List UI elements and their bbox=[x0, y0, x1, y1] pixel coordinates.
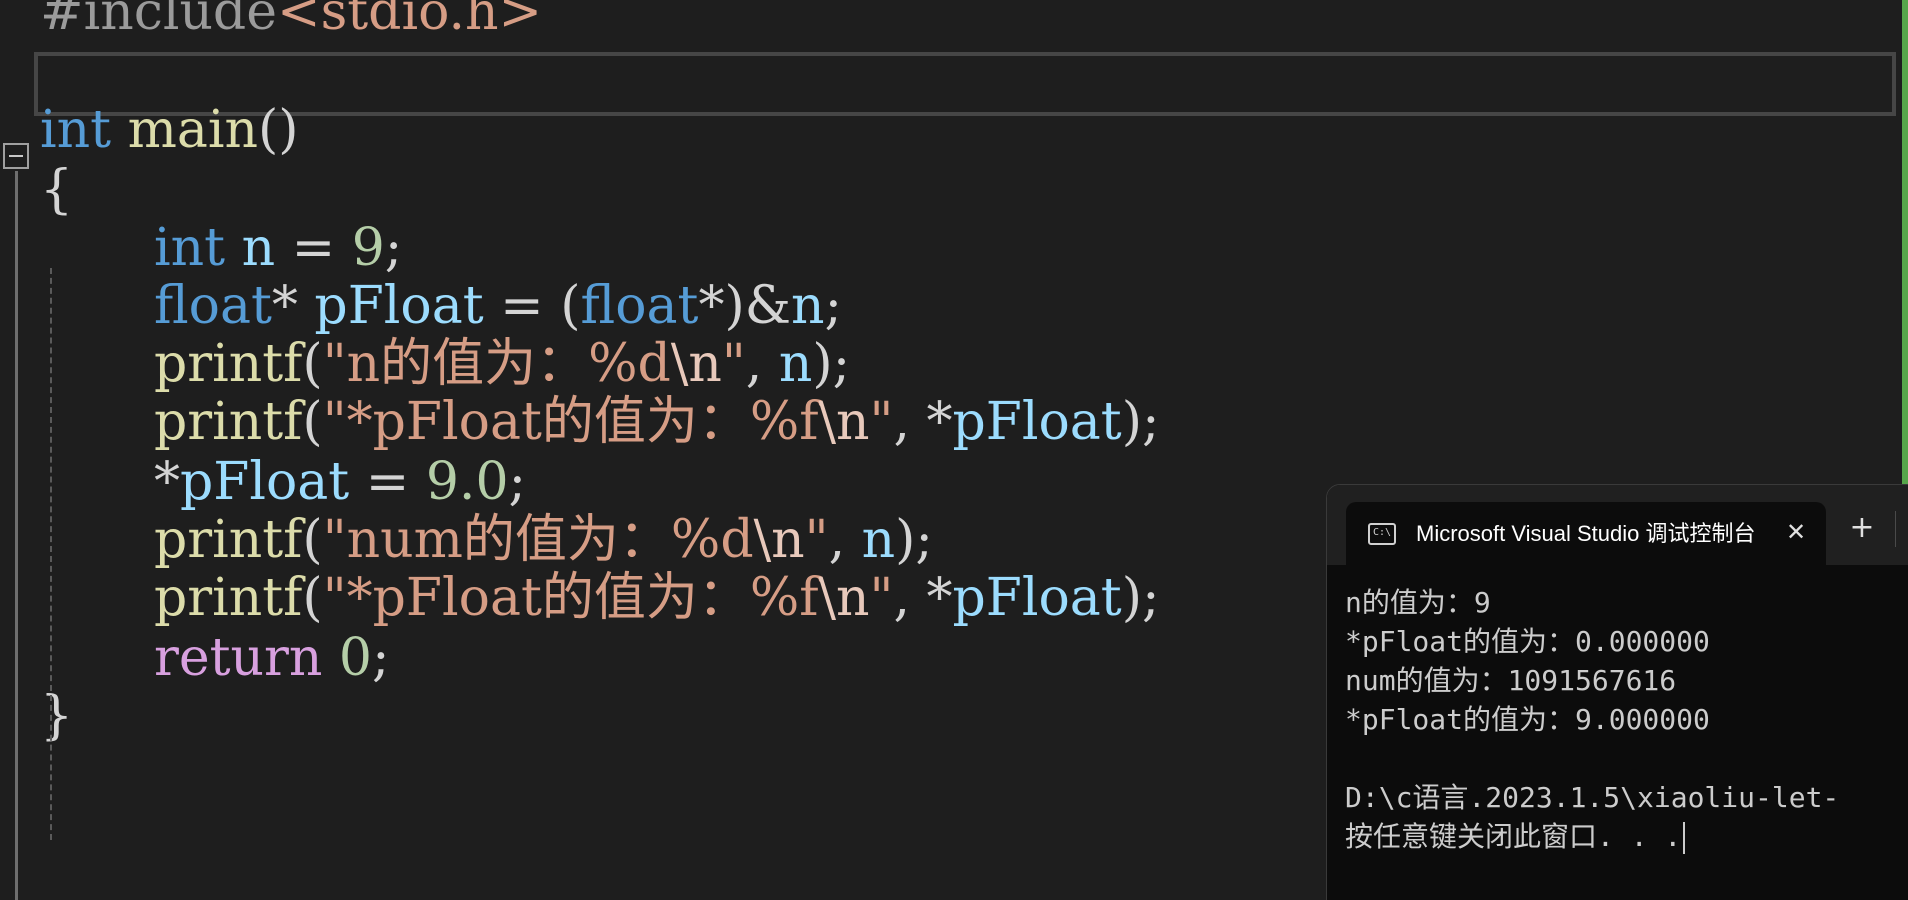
collapse-toggle-icon[interactable] bbox=[3, 143, 29, 169]
code-line-printf-4: printf("*pFloat的值为：%f\n", *pFloat); bbox=[154, 568, 1160, 628]
prompt-text: 按任意键关闭此窗口. . . bbox=[1345, 820, 1682, 853]
code-line-int-n: int n = 9; bbox=[154, 218, 403, 278]
titlebar-divider bbox=[1895, 511, 1896, 547]
code-line-float-ptr: float* pFloat = (float*)&n; bbox=[154, 276, 843, 336]
terminal-output[interactable]: n的值为：9 *pFloat的值为：0.000000 num的值为：109156… bbox=[1345, 583, 1908, 856]
output-line: num的值为：1091567616 bbox=[1345, 664, 1677, 697]
output-line: D:\c语言.2023.1.5\xiaoliu-let- bbox=[1345, 781, 1840, 814]
code-line-printf-3: printf("num的值为：%d\n", n); bbox=[154, 510, 933, 570]
indent-guide bbox=[50, 268, 52, 840]
code-line-assign: *pFloat = 9.0; bbox=[154, 452, 527, 512]
include-header: <stdio.h> bbox=[277, 0, 543, 42]
current-line-highlight bbox=[34, 52, 1896, 116]
output-line: *pFloat的值为：9.000000 bbox=[1345, 703, 1710, 736]
code-line-open-brace: { bbox=[40, 160, 74, 220]
output-line: *pFloat的值为：0.000000 bbox=[1345, 625, 1710, 658]
text-cursor bbox=[1683, 822, 1686, 854]
new-tab-icon[interactable]: + bbox=[1847, 513, 1877, 543]
output-line: n的值为：9 bbox=[1345, 586, 1491, 619]
preprocessor-directive: #include bbox=[40, 0, 277, 42]
output-line-prompt: 按任意键关闭此窗口. . . bbox=[1345, 817, 1908, 856]
code-line-printf-1: printf("n的值为：%d\n", n); bbox=[154, 334, 851, 394]
screen: #include<stdio.h> int main() { int n = 9… bbox=[0, 0, 1908, 900]
code-line-main: int main() bbox=[40, 100, 299, 160]
console-icon: C:\ bbox=[1368, 523, 1396, 545]
keyword-int: int bbox=[40, 100, 112, 160]
code-line-return: return 0; bbox=[154, 628, 390, 688]
outline-fold-line bbox=[15, 171, 18, 900]
debug-console-window[interactable]: C:\ Microsoft Visual Studio 调试控制台 ✕ + n的… bbox=[1326, 484, 1908, 900]
code-line-close-brace: } bbox=[40, 686, 74, 746]
code-line-include: #include<stdio.h> bbox=[40, 0, 542, 42]
terminal-tab[interactable]: C:\ Microsoft Visual Studio 调试控制台 ✕ bbox=[1346, 502, 1826, 565]
code-line-printf-2: printf("*pFloat的值为：%f\n", *pFloat); bbox=[154, 392, 1160, 452]
close-tab-icon[interactable]: ✕ bbox=[1782, 518, 1810, 546]
terminal-tab-title: Microsoft Visual Studio 调试控制台 bbox=[1416, 521, 1756, 546]
function-name-main: main bbox=[127, 100, 258, 160]
change-tracking-bar bbox=[1902, 0, 1908, 490]
